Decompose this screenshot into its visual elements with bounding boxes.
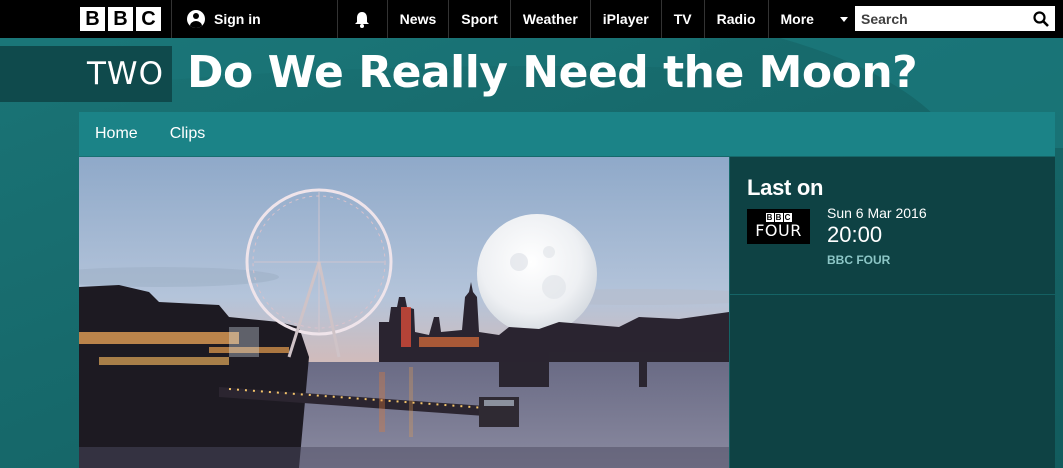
sign-in-link[interactable]: Sign in — [172, 0, 338, 38]
bbc-four-logo: B B C FOUR — [747, 209, 810, 244]
page-title: Do We Really Need the Moon? — [187, 47, 918, 98]
bbc-logo-block: B — [80, 7, 105, 31]
nav-weather-link[interactable]: Weather — [511, 0, 591, 38]
more-menu-button[interactable]: More — [769, 0, 858, 38]
four-logo-text: FOUR — [755, 221, 802, 240]
search-input[interactable]: Search — [855, 6, 1055, 31]
search-placeholder: Search — [861, 10, 908, 27]
chevron-down-icon — [839, 16, 848, 22]
tab-home[interactable]: Home — [79, 125, 154, 143]
user-icon — [187, 10, 205, 28]
last-on-panel: Last on B B C FOUR Sun 6 Mar 2016 20:00 … — [730, 157, 1055, 294]
nav-radio-link[interactable]: Radio — [705, 0, 769, 38]
top-navigation: News Sport Weather iPlayer TV Radio — [388, 0, 769, 38]
more-label: More — [780, 11, 814, 27]
london-skyline-moon-image — [79, 157, 729, 468]
bbc-logo[interactable]: B B C — [0, 0, 172, 38]
last-on-heading: Last on — [747, 175, 824, 200]
nav-iplayer-link[interactable]: iPlayer — [591, 0, 662, 38]
hero-image — [79, 157, 729, 468]
notifications-button[interactable] — [338, 0, 388, 38]
search-icon[interactable] — [1033, 10, 1049, 27]
bbc-two-logo[interactable]: TWO — [0, 46, 172, 102]
programme-nav: Home Clips — [79, 112, 1055, 156]
side-panel-lower — [730, 295, 1055, 468]
bell-icon — [355, 11, 370, 28]
bbc-top-bar: B B C Sign in News Sport Weather iPlayer… — [0, 0, 1063, 38]
sign-in-label: Sign in — [214, 11, 261, 27]
broadcast-date: Sun 6 Mar 2016 — [827, 205, 927, 221]
tab-clips[interactable]: Clips — [154, 125, 222, 143]
broadcast-time: 20:00 — [827, 222, 883, 247]
nav-sport-link[interactable]: Sport — [449, 0, 511, 38]
broadcast-channel[interactable]: BBC FOUR — [827, 253, 927, 267]
nav-tv-link[interactable]: TV — [662, 0, 705, 38]
bbc-logo-block: C — [136, 7, 161, 31]
broadcast-info: Sun 6 Mar 2016 20:00 BBC FOUR — [827, 205, 927, 267]
bbc-logo-block: B — [108, 7, 133, 31]
last-on-broadcast[interactable]: B B C FOUR Sun 6 Mar 2016 20:00 BBC FOUR — [747, 205, 1038, 267]
nav-news-link[interactable]: News — [388, 0, 450, 38]
